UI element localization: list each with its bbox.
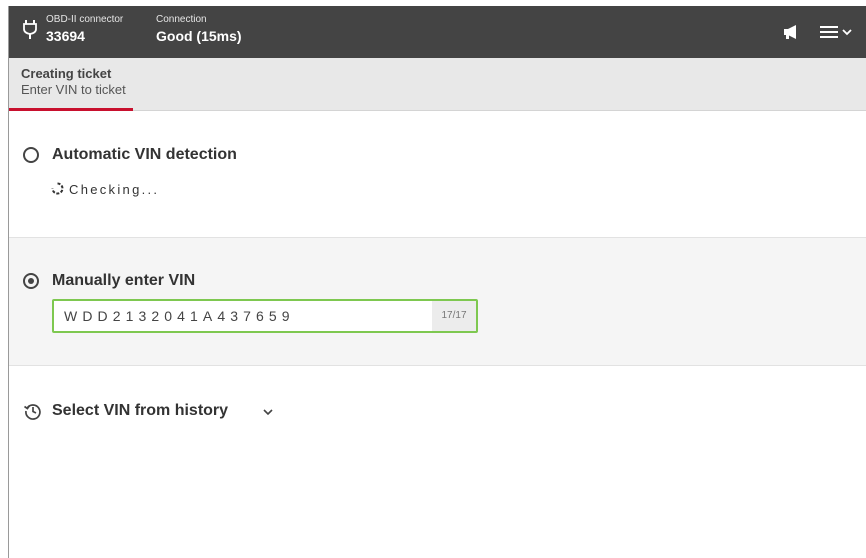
- page-header: Creating ticket Enter VIN to ticket: [9, 58, 866, 111]
- history-dropdown-label[interactable]: Select VIN from history: [52, 402, 228, 420]
- automatic-vin-section: Automatic VIN detection Checking...: [9, 112, 866, 238]
- vin-char-counter: 17/17: [432, 301, 476, 331]
- vin-field: 17/17: [52, 299, 478, 333]
- connection-status: Connection Good (15ms): [156, 14, 242, 44]
- history-icon[interactable]: [24, 402, 42, 420]
- chevron-down-icon[interactable]: [263, 409, 273, 415]
- chevron-down-icon: [842, 29, 852, 36]
- manual-vin-label[interactable]: Manually enter VIN: [52, 272, 195, 290]
- plug-icon: [23, 20, 37, 39]
- manual-vin-radio[interactable]: [23, 273, 39, 289]
- history-section: Select VIN from history: [9, 366, 866, 558]
- progress-indicator: [9, 108, 133, 111]
- manual-vin-section: Manually enter VIN 17/17: [9, 238, 866, 366]
- spinner-icon: [51, 182, 64, 195]
- page-title: Creating ticket: [21, 66, 112, 81]
- connector-value: 33694: [46, 28, 85, 44]
- automatic-vin-radio[interactable]: [23, 147, 39, 163]
- hamburger-menu-icon[interactable]: [820, 24, 860, 40]
- vin-input[interactable]: [54, 301, 432, 331]
- connection-value: Good (15ms): [156, 28, 242, 44]
- automatic-vin-label[interactable]: Automatic VIN detection: [52, 146, 237, 164]
- page-subtitle: Enter VIN to ticket: [21, 82, 126, 97]
- checking-status: Checking...: [69, 182, 160, 197]
- top-bar: OBD-II connector 33694 Connection Good (…: [9, 6, 866, 58]
- connector-status: OBD-II connector 33694: [46, 14, 123, 44]
- megaphone-icon[interactable]: [782, 24, 800, 40]
- connector-label: OBD-II connector: [46, 14, 124, 25]
- app-frame: OBD-II connector 33694 Connection Good (…: [8, 6, 866, 558]
- connection-label: Connection: [156, 14, 207, 25]
